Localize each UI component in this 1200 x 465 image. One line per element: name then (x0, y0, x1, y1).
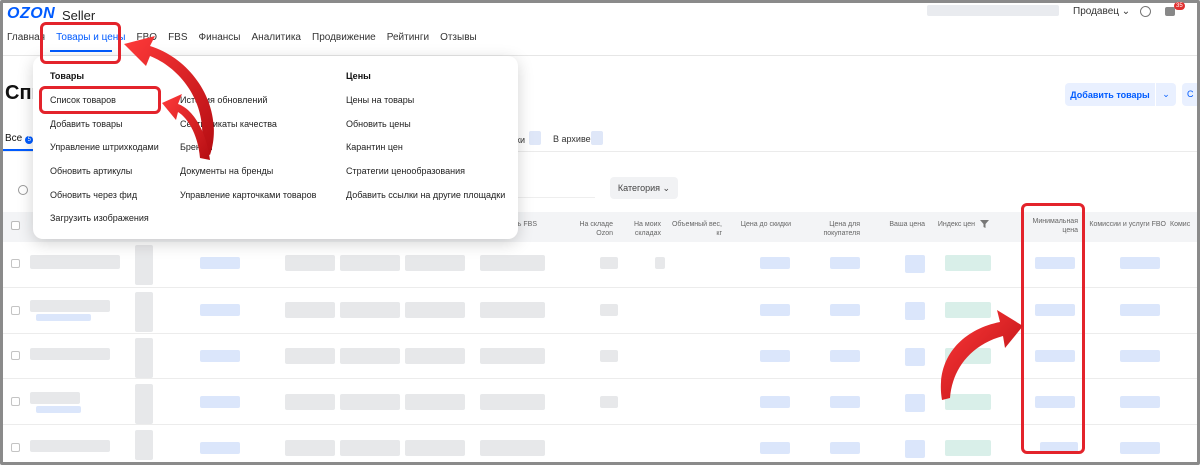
arrow-to-min-price (940, 310, 1023, 400)
annotation-arrows (124, 36, 1023, 400)
